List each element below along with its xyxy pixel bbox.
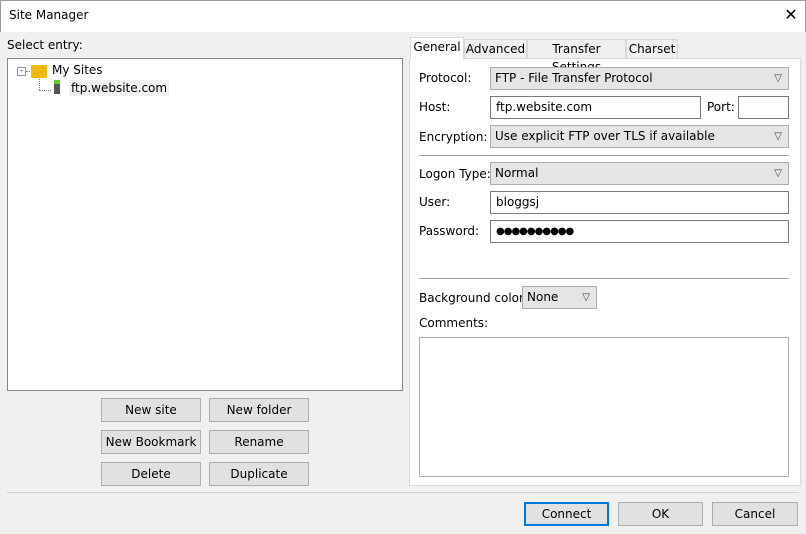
tree-item-site[interactable]: ftp.website.com [69,80,170,96]
background-color-select[interactable]: None ▽ [522,286,597,309]
tab-general[interactable]: General [410,37,464,59]
port-label: Port: [707,100,735,114]
tree-connector [39,79,40,90]
logon-type-label: Logon Type: [419,167,491,181]
collapse-icon[interactable]: - [17,67,26,76]
duplicate-button[interactable]: Duplicate [209,462,309,486]
cancel-button[interactable]: Cancel [712,502,798,526]
divider [419,278,789,279]
port-input[interactable] [738,96,789,119]
background-color-label: Background color: [419,291,528,305]
delete-button[interactable]: Delete [101,462,201,486]
tab-transfer-settings[interactable]: Transfer Settings [527,39,626,74]
chevron-down-icon: ▽ [774,73,782,84]
user-label: User: [419,195,451,209]
server-icon [54,80,60,94]
chevron-down-icon: ▽ [582,292,590,303]
window-title: Site Manager [9,8,89,22]
encryption-value: Use explicit FTP over TLS if available [495,129,715,143]
protocol-value: FTP - File Transfer Protocol [495,71,653,85]
new-bookmark-button[interactable]: New Bookmark [101,430,201,454]
folder-icon [31,65,47,78]
host-label: Host: [419,100,451,114]
background-color-value: None [527,290,559,304]
user-input[interactable]: bloggsj [490,191,789,214]
host-input[interactable]: ftp.website.com [490,96,701,119]
new-folder-button[interactable]: New folder [209,398,309,422]
divider [419,155,789,156]
encryption-label: Encryption: [419,130,488,144]
password-label: Password: [419,224,480,238]
comments-textarea[interactable] [419,337,789,477]
protocol-select[interactable]: FTP - File Transfer Protocol ▽ [490,67,789,90]
protocol-label: Protocol: [419,71,472,85]
ok-button[interactable]: OK [618,502,703,526]
select-entry-label: Select entry: [7,38,83,52]
rename-button[interactable]: Rename [209,430,309,454]
connect-button[interactable]: Connect [524,502,609,526]
logon-type-value: Normal [495,166,539,180]
footer-divider [7,492,799,493]
new-site-button[interactable]: New site [101,398,201,422]
site-tree[interactable]: - My Sites ftp.website.com [7,58,403,391]
chevron-down-icon: ▽ [774,131,782,142]
tab-advanced[interactable]: Advanced [464,39,527,59]
tree-connector [39,90,51,91]
tab-charset[interactable]: Charset [626,39,678,59]
chevron-down-icon: ▽ [774,168,782,179]
tree-item-my-sites[interactable]: My Sites [52,63,103,77]
password-input[interactable]: ●●●●●●●●●● [490,220,789,243]
comments-label: Comments: [419,316,489,330]
title-bar [0,0,806,32]
close-icon[interactable]: ✕ [780,4,802,26]
logon-type-select[interactable]: Normal ▽ [490,162,789,185]
encryption-select[interactable]: Use explicit FTP over TLS if available ▽ [490,125,789,148]
